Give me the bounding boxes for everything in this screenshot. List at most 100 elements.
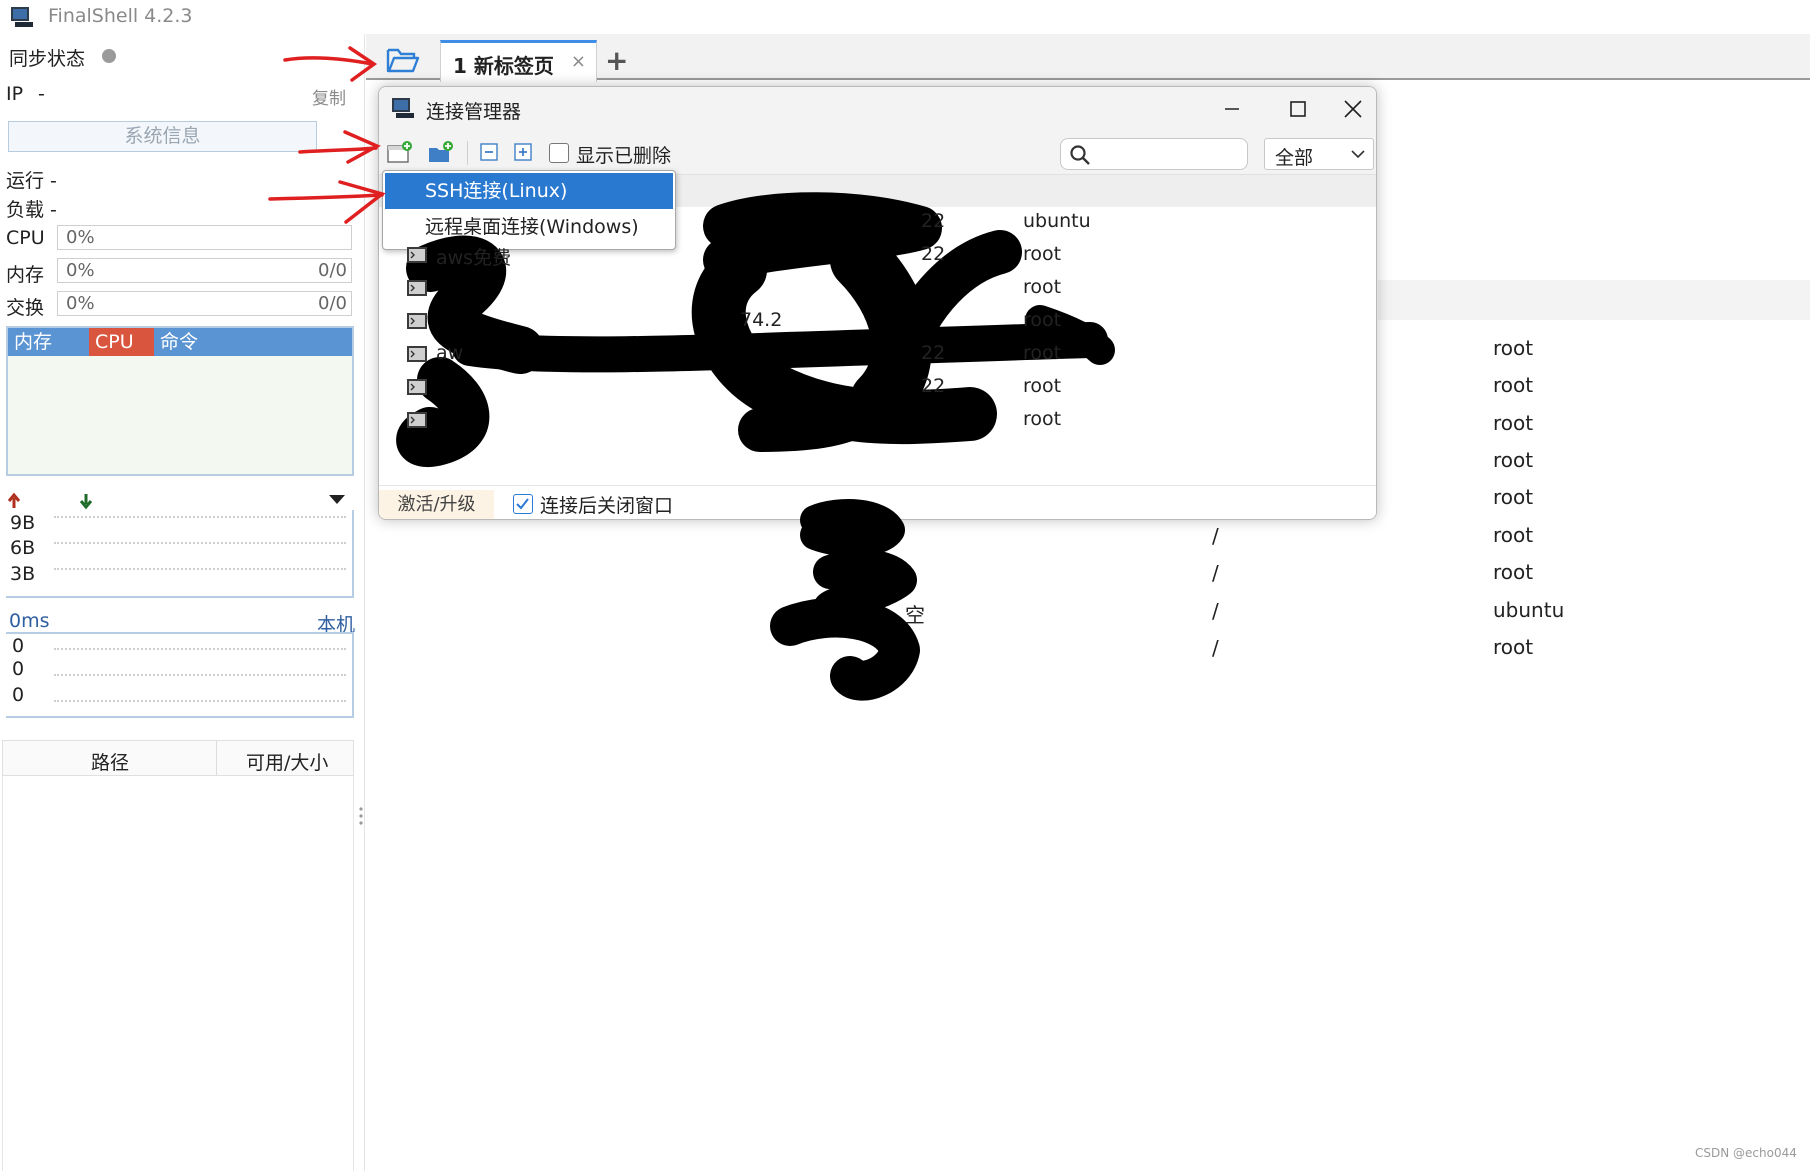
menu-item-ssh-linux[interactable]: SSH连接(Linux) [385,173,673,209]
process-column-command[interactable]: 命令 [154,328,234,356]
add-tab-button[interactable]: + [605,44,628,77]
show-deleted-checkbox[interactable] [549,143,569,163]
connection-row[interactable]: 74.2 root [378,305,1377,338]
show-deleted-label: 显示已删除 [576,145,672,167]
connection-row[interactable]: root [378,404,1377,437]
cpu-meter-value: 0% [66,227,95,248]
minimize-icon[interactable] [1212,95,1252,123]
panel-divider [364,34,365,1171]
tab-new-tab[interactable]: 1 新标签页 × [440,40,597,82]
background-row-name-fragment: 云 [885,567,905,591]
background-row-path: / [1212,636,1219,660]
tab-close-icon[interactable]: × [571,51,586,72]
search-icon [1070,145,1090,165]
process-table[interactable]: 内存 CPU 命令 [6,326,354,476]
connection-user: root [1023,243,1062,265]
dialog-status-bar: 激活/升级 连接后关闭窗口 [379,485,1376,519]
terminal-icon [407,379,427,395]
expand-all-icon[interactable] [511,140,537,164]
splitter-handle-icon[interactable] [358,806,364,826]
network-chart [6,510,354,598]
connection-filter-select[interactable]: 全部 [1264,138,1374,170]
background-row-user: root [1493,523,1534,547]
network-scale-high: 9B [10,512,36,534]
network-interface-dropdown-icon[interactable] [328,494,346,506]
connection-search-input[interactable] [1060,138,1248,170]
connection-user: root [1023,408,1062,430]
background-row-user: root [1493,336,1534,360]
background-row-user: root [1493,448,1534,472]
dialog-titlebar[interactable]: 连接管理器 [379,87,1376,131]
download-arrow-icon [79,494,93,510]
network-scale-low: 3B [10,563,36,585]
connection-user: root [1023,375,1062,397]
new-connection-icon[interactable] [386,140,412,164]
disk-column-size[interactable]: 可用/大小 [246,748,328,775]
background-row-user: root [1493,635,1534,659]
connection-row[interactable]: aws免费 22 root [378,239,1377,272]
app-titlebar [0,0,1810,34]
memory-meter-value: 0% [66,260,95,281]
latency-scale-low: 0 [12,684,25,706]
new-folder-icon[interactable] [427,140,453,164]
connection-port: 22 [921,342,946,364]
terminal-icon [407,412,427,428]
connection-name: aws免费 [436,247,512,269]
process-column-cpu[interactable]: CPU [89,328,154,356]
close-after-connect-checkbox[interactable] [513,494,533,514]
background-row-path: / [1212,524,1219,548]
latency-chart [6,632,354,718]
background-row-path: / [1212,561,1219,585]
close-icon[interactable] [1333,95,1373,123]
system-info-button[interactable]: 系统信息 [8,121,317,152]
chevron-down-icon [1351,150,1365,159]
checkmark-icon [516,498,529,510]
swap-meter-value: 0% [66,293,95,314]
swap-meter-detail: 0/0 [318,293,347,314]
latency-value: 0ms [9,610,50,632]
background-row-user: root [1493,560,1534,584]
connection-row[interactable]: aw 22 root [378,338,1377,371]
swap-meter: 0% 0/0 [57,291,352,316]
maximize-icon[interactable] [1278,95,1318,123]
connection-row[interactable]: root [378,272,1377,305]
connection-name: aw [436,342,464,364]
terminal-icon [407,313,427,329]
cpu-label: CPU [6,227,45,249]
connection-host-fragment: 74.2 [740,309,783,331]
copy-ip-link[interactable]: 复制 [312,84,346,109]
connection-port: 22 [921,210,946,232]
sync-status-dot-icon [102,49,116,63]
dialog-title: 连接管理器 [426,101,522,123]
connection-user: root [1023,342,1062,364]
activate-upgrade-button[interactable]: 激活/升级 [379,490,494,519]
open-connection-manager-folder-icon[interactable] [386,46,420,74]
disk-table-header: 路径 可用/大小 [2,740,354,776]
dialog-toolbar: 显示已删除 全部 [379,131,1376,175]
upload-arrow-icon [7,492,21,508]
memory-meter-detail: 0/0 [318,260,347,281]
tab-new-tab-label: 1 新标签页 [453,54,554,78]
latency-scale-high: 0 [12,635,25,657]
connection-row[interactable]: 22 root [378,371,1377,404]
memory-meter: 0% 0/0 [57,258,352,283]
connection-user: root [1023,276,1062,298]
sync-status-label: 同步状态 [9,48,86,70]
connection-filter-value: 全部 [1275,147,1314,169]
network-scale-mid: 6B [10,537,36,559]
process-table-header: 内存 CPU 命令 [8,328,352,356]
terminal-icon [407,247,427,263]
swap-label: 交换 [6,297,45,319]
connection-manager-icon [392,98,414,118]
process-column-memory[interactable]: 内存 [8,328,89,356]
connection-user: root [1023,309,1062,331]
connection-row[interactable]: 22 ubuntu [378,206,1377,239]
background-row-path: / [1212,599,1219,623]
collapse-all-icon[interactable] [477,140,503,164]
app-title: FinalShell 4.2.3 [48,5,193,27]
background-row-user: root [1493,485,1534,509]
watermark: CSDN @echo044 [1695,1146,1797,1160]
terminal-icon [407,346,427,362]
disk-column-path[interactable]: 路径 [91,748,129,775]
latency-scale-mid: 0 [12,658,25,680]
